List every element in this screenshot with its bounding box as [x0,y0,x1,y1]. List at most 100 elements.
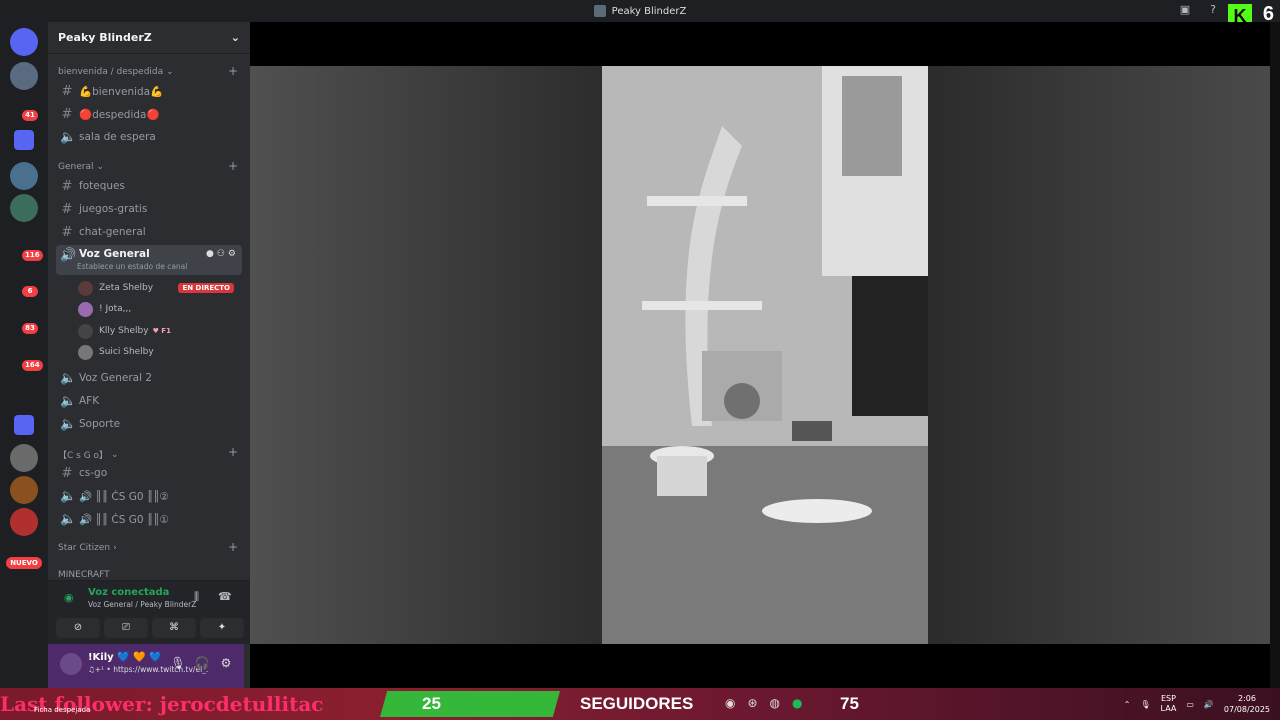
category-general[interactable]: General ⌄ [58,162,104,172]
channel-sala-espera[interactable]: 🔈 sala de espera [56,127,242,147]
server-icon[interactable] [10,444,38,472]
camera-off-button[interactable]: ⊘ [56,618,100,638]
avatar[interactable] [60,653,82,675]
add-channel-icon[interactable]: + [228,445,238,459]
speaker-icon: 🔈 [60,416,77,432]
add-channel-icon[interactable]: + [228,64,238,78]
new-badge: NUEVO [6,557,42,569]
channel-cs-go[interactable]: # cs-go [56,463,242,483]
language-indicator[interactable]: ESP LAA [1161,694,1177,714]
chevron-up-icon[interactable]: ⌃ [1124,700,1131,709]
voice-user[interactable]: Klly Shelby ♥ F1 [78,322,238,340]
invite-icon[interactable]: ⚇ [217,249,225,259]
network-icon[interactable]: ▭ [1186,700,1194,709]
live-badge: EN DIRECTO [178,283,234,293]
server-icon[interactable] [10,476,38,504]
voice-connection-panel: ◉ Voz conectada Voz General / Peaky Blin… [48,580,250,644]
folder-icon[interactable] [14,415,34,435]
window-titlebar: Peaky BlinderZ ▣ ? [0,0,1280,22]
mention-badge: 41 [22,110,38,121]
channel-foteques[interactable]: # foteques [56,176,242,196]
folder-icon[interactable] [14,130,34,150]
goal-current: 25 [422,694,441,713]
mention-badge: 6 [22,286,38,297]
stream-video-scene [602,66,928,644]
chat-icon[interactable]: ● [206,249,214,259]
add-channel-icon[interactable]: + [228,540,238,554]
avatar [78,323,93,339]
platform-icons: ◉ ⊛ ◍ ● [725,696,803,710]
window-title: Peaky BlinderZ [611,5,687,17]
category-bienvenida[interactable]: bienvenida / despedida ⌄ [58,67,174,77]
speaker-icon: 🔈 [60,370,77,386]
category-csgo[interactable]: 【C s G o】 ⌄ [58,448,119,462]
add-channel-icon[interactable]: + [228,159,238,173]
voice-status: Voz conectada [88,587,170,598]
channel-status-hint[interactable]: Establece un estado de canal [77,262,187,271]
mention-badge: 83 [22,323,38,334]
channel-juegos-gratis[interactable]: # juegos-gratis [56,199,242,219]
voice-user[interactable]: Suici Shelby [78,343,238,361]
voice-user[interactable]: Zeta Shelby EN DIRECTO [78,279,238,297]
server-icon[interactable] [10,162,38,190]
hash-icon: # [61,106,73,122]
goal-target: 75 [840,694,859,713]
noise-suppression-icon[interactable]: ⫼ [194,590,199,604]
stream-stage[interactable] [250,22,1280,688]
discord-icon: ◍ [769,696,781,710]
user-name[interactable]: !Kily 💙 🧡 💙 [88,652,161,663]
spotify-icon: ● [792,696,803,710]
channel-soporte[interactable]: 🔈 Soporte [56,414,242,434]
disconnect-icon[interactable]: ☎ [218,590,232,603]
discord-home-icon[interactable] [10,28,38,56]
stream-video[interactable] [602,66,928,644]
microphone-icon[interactable]: 🎙 [1140,700,1150,709]
voice-user[interactable]: ! Jota,,, [78,300,238,318]
server-icon [593,5,606,17]
hash-icon: # [61,201,73,217]
help-icon[interactable]: ? [1206,3,1220,17]
headphones-icon[interactable]: 🎧 [194,656,210,672]
channel-afk[interactable]: 🔈 AFK [56,391,242,411]
user-status: ♫+¹ • https://www.twitch.tv/el_... [88,665,208,674]
activity-button[interactable]: ⌘ [152,618,196,638]
volume-icon[interactable]: 🔊 [1204,700,1214,709]
avatar [78,280,93,296]
chevron-down-icon: ⌄ [230,31,240,44]
speaker-icon: 🔊 [60,248,77,263]
gear-icon[interactable]: ⚙ [228,249,236,259]
speaker-icon: 🔈 [60,511,77,527]
voice-location[interactable]: Voz General / Peaky BlinderZ [88,600,196,609]
member-rail [1270,22,1280,688]
category-star-citizen[interactable]: Star Citizen › [58,543,117,553]
signal-icon[interactable]: ◉ [64,591,74,604]
channel-cs-voice-1[interactable]: 🔈 🔊 ║║ ĊS G0 ║║① [56,509,242,529]
inbox-icon[interactable]: ▣ [1178,3,1192,17]
gear-icon[interactable]: ⚙ [218,656,234,672]
steam-icon: ⊛ [747,696,758,710]
category-minecraft[interactable]: MINECRAFT [58,570,110,580]
clock[interactable]: 2:06 07/08/2025 [1224,693,1270,715]
microphone-icon[interactable]: 🎙 [170,656,186,672]
channel-voz-general[interactable]: 🔊 Voz General Establece un estado de cana… [56,245,242,275]
avatar [78,301,93,317]
server-icon[interactable] [10,194,38,222]
channel-voz-general-2[interactable]: 🔈 Voz General 2 [56,368,242,388]
mention-badge: 116 [22,250,43,261]
hash-icon: # [61,224,73,240]
soundboard-button[interactable]: ✦ [200,618,244,638]
server-icon[interactable] [10,508,38,536]
channel-chat-general[interactable]: # chat-general [56,222,242,242]
follower-goal: 25 SEGUIDORES ◉ ⊛ ◍ ● 75 [380,691,910,717]
server-header[interactable]: Peaky BlinderZ ⌄ [48,22,250,54]
channel-despedida[interactable]: # 🔴despedida🔴 [56,104,242,124]
stream-overlay-bar: Last follower: jerocdetullitac Ficha des… [0,688,1280,720]
goal-progress-fill [380,691,560,717]
screen-share-button[interactable]: ⎚ [104,618,148,638]
hash-icon: # [61,178,73,194]
channel-cs-voice-2[interactable]: 🔈 🔊 ║║ ĊS G0 ║║② [56,486,242,506]
channel-bienvenida[interactable]: # 💪bienvenida💪 [56,81,242,101]
server-icon[interactable] [10,62,38,90]
speaker-icon: 🔈 [60,488,77,504]
goal-label: SEGUIDORES [580,694,694,713]
